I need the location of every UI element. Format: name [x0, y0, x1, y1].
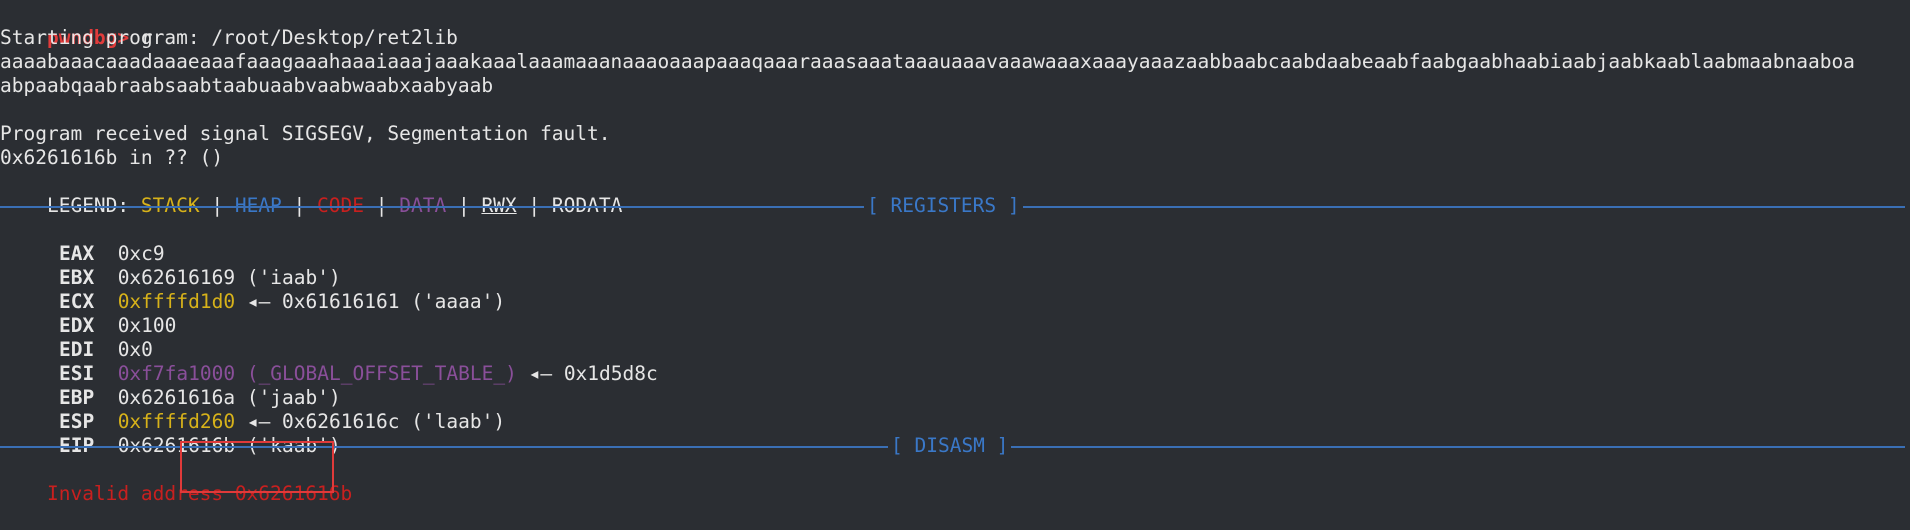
disasm-header: [ DISASM ]	[888, 434, 1012, 458]
register-row-ecx: ECX 0xffffd1d0 ◂— 0x61616161 ('aaaa')	[12, 266, 505, 313]
legend-line: LEGEND: STACK | HEAP | CODE | DATA | RWX…	[0, 170, 622, 217]
register-row-ebp: EBP 0x6261616a ('jaab')	[12, 362, 341, 409]
register-row-eax: EAX 0xc9	[12, 218, 165, 265]
highlight-box	[180, 441, 334, 493]
prompt-line: pwndbg> r	[0, 2, 153, 49]
register-row-esp: ESP 0xffffd260 ◂— 0x6261616c ('laab')	[12, 386, 505, 433]
registers-header: [ REGISTERS ]	[864, 194, 1023, 218]
register-row-edx: EDX 0x100	[12, 290, 176, 337]
pattern-input-line-2: abpaabqaabraabsaabtaabuaabvaabwaabxaabya…	[0, 74, 494, 97]
pattern-input-line-1: aaaabaaacaaadaaaeaaafaaagaaahaaaiaaajaaa…	[0, 50, 1855, 73]
terminal-window[interactable]: pwndbg> r Starting program: /root/Deskto…	[0, 0, 1910, 505]
registers-separator: [ REGISTERS ]	[0, 194, 1905, 218]
starting-program-line: Starting program: /root/Desktop/ret2lib	[0, 26, 458, 49]
crash-location-line: 0x6261616b in ?? ()	[0, 146, 224, 169]
register-row-esi: ESI 0xf7fa1000 (_GLOBAL_OFFSET_TABLE_) ◂…	[12, 338, 658, 385]
signal-line: Program received signal SIGSEGV, Segment…	[0, 122, 611, 145]
register-row-eip: EIP 0x6261616b ('kaab')	[12, 410, 341, 457]
register-deref: ◂— 0x61616161 ('aaaa')	[235, 290, 506, 313]
register-row-ebx: EBX 0x62616169 ('iaab')	[12, 242, 341, 289]
register-deref: ◂— 0x1d5d8c	[516, 362, 658, 385]
register-row-edi: EDI 0x0	[12, 314, 153, 361]
